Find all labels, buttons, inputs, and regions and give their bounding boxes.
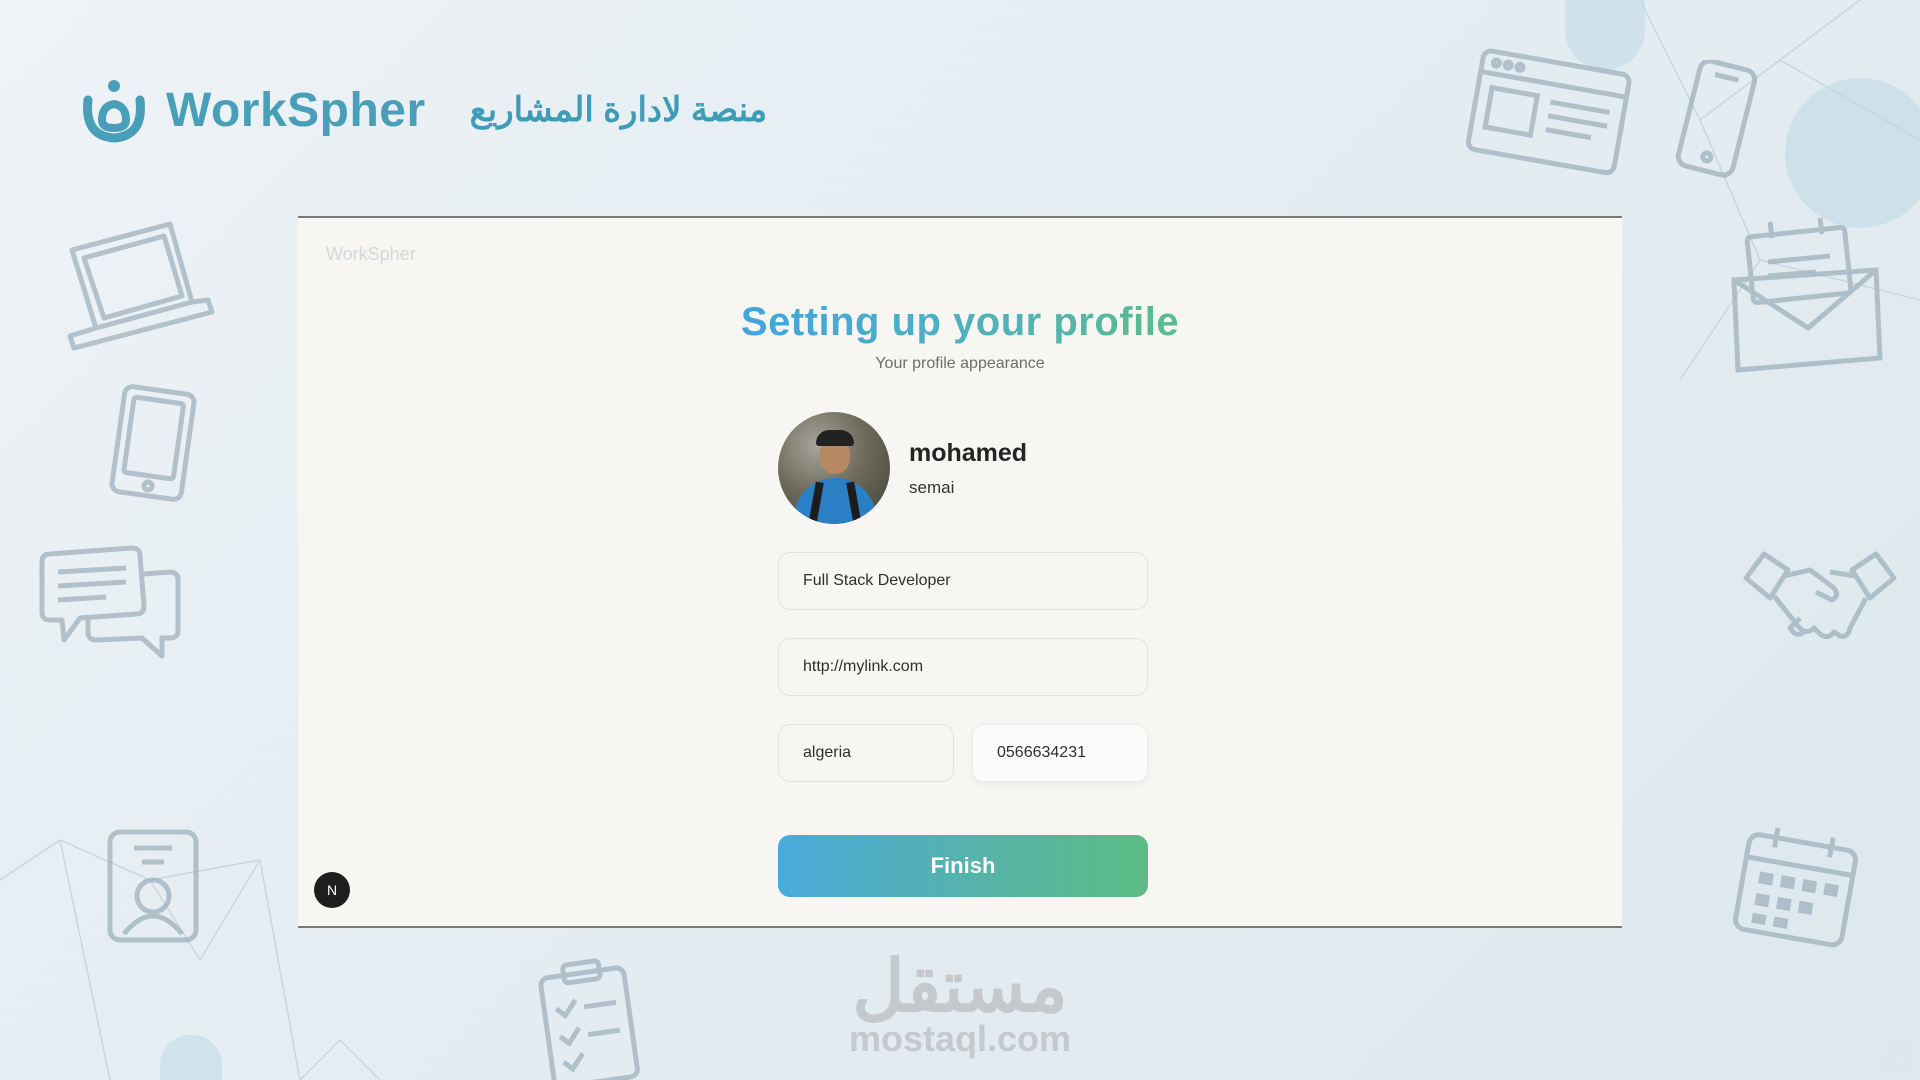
workspher-logo-icon [80, 76, 148, 144]
brand-tagline: منصة لادارة المشاريع [469, 91, 768, 129]
phone-icon [1666, 60, 1766, 180]
laptop-icon [52, 218, 222, 358]
watermark-latin: mostaql.com [848, 1018, 1072, 1059]
job-title-input[interactable] [778, 552, 1148, 610]
profile-setup-card: WorkSpher Setting up your profile Your p… [298, 216, 1622, 928]
profile-last-name: semai [909, 477, 955, 497]
tablet-icon [104, 384, 204, 504]
browser-window-icon [1464, 46, 1634, 186]
page-subtitle: Your profile appearance [875, 355, 1045, 372]
brand-header: WorkSpher منصة لادارة المشاريع [80, 76, 767, 144]
page-title: Setting up your profile [298, 300, 1622, 345]
page-title-text: Setting up your profile [740, 300, 1180, 344]
phone-input[interactable] [972, 724, 1148, 782]
chat-icon [36, 544, 186, 674]
country-input[interactable] [778, 724, 954, 782]
avatar[interactable] [778, 412, 890, 524]
brand-name: WorkSpher [166, 83, 426, 137]
profile-card-icon [104, 828, 204, 948]
profile-names: mohamed semai [909, 439, 1027, 498]
profile-first-name: mohamed [909, 438, 1028, 467]
handshake-icon [1740, 548, 1900, 658]
envelope-calendar-icon [1720, 210, 1890, 390]
profile-summary: mohamed semai [778, 412, 1027, 524]
n-badge-button[interactable]: N [314, 872, 350, 908]
watermark-arabic: مستقل [852, 947, 1068, 1027]
card-logo-faded: WorkSpher [326, 244, 416, 264]
website-link-input[interactable] [778, 638, 1148, 696]
calendar-icon [1732, 822, 1862, 952]
finish-button[interactable]: Finish [778, 835, 1148, 897]
